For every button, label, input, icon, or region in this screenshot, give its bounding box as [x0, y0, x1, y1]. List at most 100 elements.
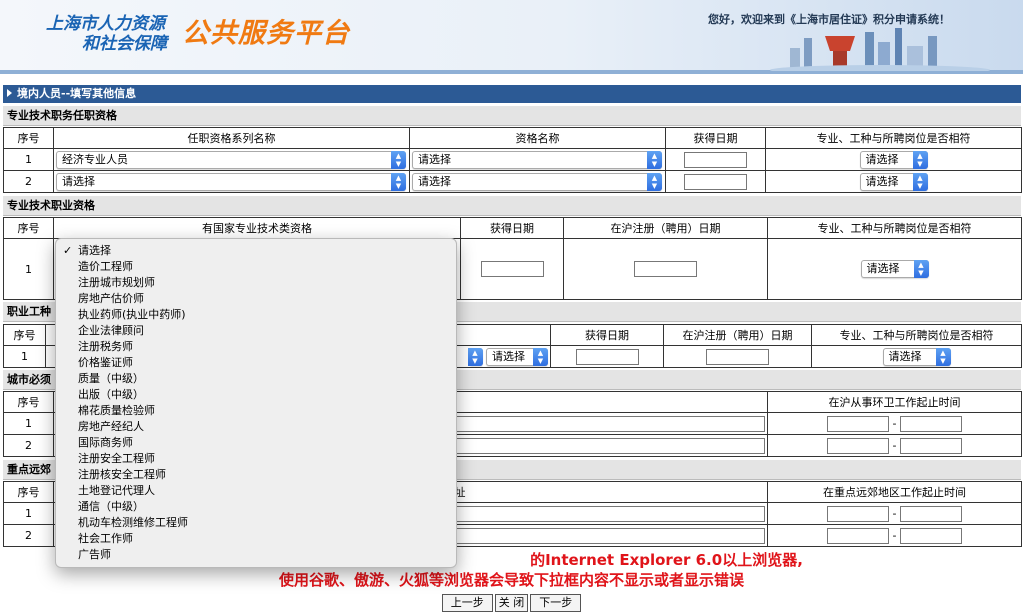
form-title-bar: 境内人员--填写其他信息 [3, 85, 1021, 103]
chevron-updown-icon: ▲ ▼ [467, 347, 483, 366]
close-button[interactable]: 关 闭 [494, 594, 529, 612]
col-header-date: 获得日期 [665, 127, 766, 149]
chevron-updown-icon: ▲ ▼ [935, 347, 951, 366]
row-number: 1 [3, 238, 54, 300]
col-header-reg-date: 在沪注册（聘用）日期 [563, 217, 768, 239]
start-date-input[interactable] [827, 505, 889, 522]
date-input[interactable] [684, 173, 747, 190]
col-header-no: 序号 [3, 217, 54, 239]
row-number: 1 [3, 502, 54, 525]
dropdown-option[interactable]: 社会工作师 [56, 531, 456, 547]
chevron-updown-icon: ▲ ▼ [912, 150, 928, 169]
logo-line1: 上海市人力资源 [46, 14, 165, 34]
row-number: 1 [3, 148, 54, 171]
chevron-updown-icon: ▲ ▼ [391, 172, 406, 191]
col-header-match: 专业、工种与所聘岗位是否相符 [811, 324, 1022, 346]
end-date-input[interactable] [899, 437, 962, 454]
chevron-updown-icon: ▲ ▼ [647, 150, 662, 169]
logo-line2: 和社会保障 [82, 34, 167, 54]
dropdown-option[interactable]: 请选择 [56, 243, 456, 259]
level-select[interactable]: 请选择 ▲ ▼ [486, 347, 548, 366]
tech-post-table: 序号 任职资格系列名称 资格名称 获得日期 专业、工种与所聘岗位是否相符 1 经… [3, 127, 1022, 193]
dropdown-option[interactable]: 出版（中级） [56, 387, 456, 403]
col-header-no: 序号 [3, 127, 54, 149]
chevron-updown-icon: ▲ ▼ [647, 172, 662, 191]
row-number: 1 [3, 345, 46, 368]
match-select[interactable]: 请选择 ▲ ▼ [859, 150, 928, 169]
match-select[interactable]: 请选择 ▲ ▼ [882, 347, 951, 366]
dropdown-option[interactable]: 机动车检测维修工程师 [56, 515, 456, 531]
section-title-tech-post: 专业技术职务任职资格 [3, 106, 1021, 126]
hrss-logo: 上海市人力资源 和社会保障 公共服务平台 [46, 14, 349, 54]
end-date-input[interactable] [899, 527, 962, 544]
col-header-match: 专业、工种与所聘岗位是否相符 [767, 217, 1022, 239]
start-date-input[interactable] [827, 415, 889, 432]
row-number: 2 [3, 434, 54, 457]
col-header-qual: 资格名称 [409, 127, 666, 149]
next-button[interactable]: 下一步 [530, 594, 582, 612]
series-select[interactable]: 请选择 ▲ ▼ [56, 172, 406, 191]
col-header-qual-type: 有国家专业技术类资格 [53, 217, 461, 239]
dropdown-option[interactable]: 执业药师(执业中药师) [56, 307, 456, 323]
dropdown-option[interactable]: 房地产经纪人 [56, 419, 456, 435]
dropdown-option[interactable]: 注册城市规划师 [56, 275, 456, 291]
qualification-select[interactable]: 请选择 ▲ ▼ [412, 172, 662, 191]
col-header-series: 任职资格系列名称 [53, 127, 410, 149]
skyline-illustration [770, 28, 990, 71]
dropdown-option[interactable]: 造价工程师 [56, 259, 456, 275]
dropdown-option[interactable]: 注册核安全工程师 [56, 467, 456, 483]
qual-type-dropdown-list[interactable]: 请选择造价工程师注册城市规划师房地产估价师执业药师(执业中药师)企业法律顾问注册… [55, 238, 457, 568]
welcome-text: 您好，欢迎来到《上海市居住证》积分申请系统！ [708, 13, 950, 26]
chevron-updown-icon: ▲ ▼ [533, 347, 548, 366]
date-input[interactable] [575, 348, 639, 365]
dropdown-option[interactable]: 国际商务师 [56, 435, 456, 451]
col-header-period: 在沪从事环卫工作起止时间 [767, 391, 1022, 413]
dropdown-option[interactable]: 注册安全工程师 [56, 451, 456, 467]
row-number: 2 [3, 170, 54, 193]
chevron-updown-icon: ▲ ▼ [391, 150, 406, 169]
col-header-no: 序号 [3, 481, 54, 503]
qualification-select[interactable]: 请选择 ▲ ▼ [412, 150, 662, 169]
dropdown-option[interactable]: 棉花质量检验师 [56, 403, 456, 419]
col-header-date: 获得日期 [550, 324, 664, 346]
prev-button[interactable]: 上一步 [441, 594, 493, 612]
form-title: 境内人员--填写其他信息 [17, 87, 137, 100]
row-number: 1 [3, 412, 54, 435]
series-select[interactable]: 经济专业人员 ▲ ▼ [56, 150, 406, 169]
col-header-date: 获得日期 [460, 217, 564, 239]
reg-date-input[interactable] [634, 261, 697, 277]
dropdown-option[interactable]: 通信（中级） [56, 499, 456, 515]
date-input[interactable] [480, 261, 544, 277]
dropdown-option[interactable]: 房地产估价师 [56, 291, 456, 307]
chevron-updown-icon: ▲ ▼ [912, 172, 928, 191]
end-date-input[interactable] [899, 415, 962, 432]
match-select[interactable]: 请选择 ▲ ▼ [859, 172, 928, 191]
reg-date-input[interactable] [706, 348, 769, 365]
col-header-period: 在重点远郊地区工作起止时间 [767, 481, 1022, 503]
dropdown-option[interactable]: 质量（中级） [56, 371, 456, 387]
table-row: 2 请选择 ▲ ▼ 请选择 ▲ ▼ 请选择 ▲ ▼ [3, 170, 1022, 193]
dropdown-option[interactable]: 注册税务师 [56, 339, 456, 355]
warning-line2: 使用谷歌、傲游、火狐等浏览器会导致下拉框内容不显示或者显示错误 [278, 571, 744, 589]
logo-platform: 公共服务平台 [182, 18, 350, 49]
page: 上海市人力资源 和社会保障 公共服务平台 您好，欢迎来到《上海市居住证》积分申请… [0, 0, 1023, 615]
start-date-input[interactable] [827, 527, 889, 544]
header-banner: 上海市人力资源 和社会保障 公共服务平台 您好，欢迎来到《上海市居住证》积分申请… [0, 0, 1023, 74]
col-header-no: 序号 [3, 391, 54, 413]
section-title-tech-qual: 专业技术职业资格 [3, 196, 1021, 216]
start-date-input[interactable] [827, 437, 889, 454]
dropdown-option[interactable]: 价格鉴证师 [56, 355, 456, 371]
end-date-input[interactable] [899, 505, 962, 522]
row-number: 2 [3, 524, 54, 547]
date-input[interactable] [684, 151, 747, 168]
col-header-no: 序号 [3, 324, 46, 346]
occupation-select[interactable]: ▲ ▼ [467, 347, 483, 366]
caret-right-icon [7, 89, 12, 97]
table-row: 1 经济专业人员 ▲ ▼ 请选择 ▲ ▼ 请选择 ▲ ▼ [3, 148, 1022, 171]
dropdown-option[interactable]: 广告师 [56, 547, 456, 563]
dropdown-option[interactable]: 土地登记代理人 [56, 483, 456, 499]
col-header-match: 专业、工种与所聘岗位是否相符 [765, 127, 1022, 149]
match-select[interactable]: 请选择 ▲ ▼ [860, 260, 929, 278]
chevron-updown-icon: ▲ ▼ [913, 260, 929, 278]
dropdown-option[interactable]: 企业法律顾问 [56, 323, 456, 339]
